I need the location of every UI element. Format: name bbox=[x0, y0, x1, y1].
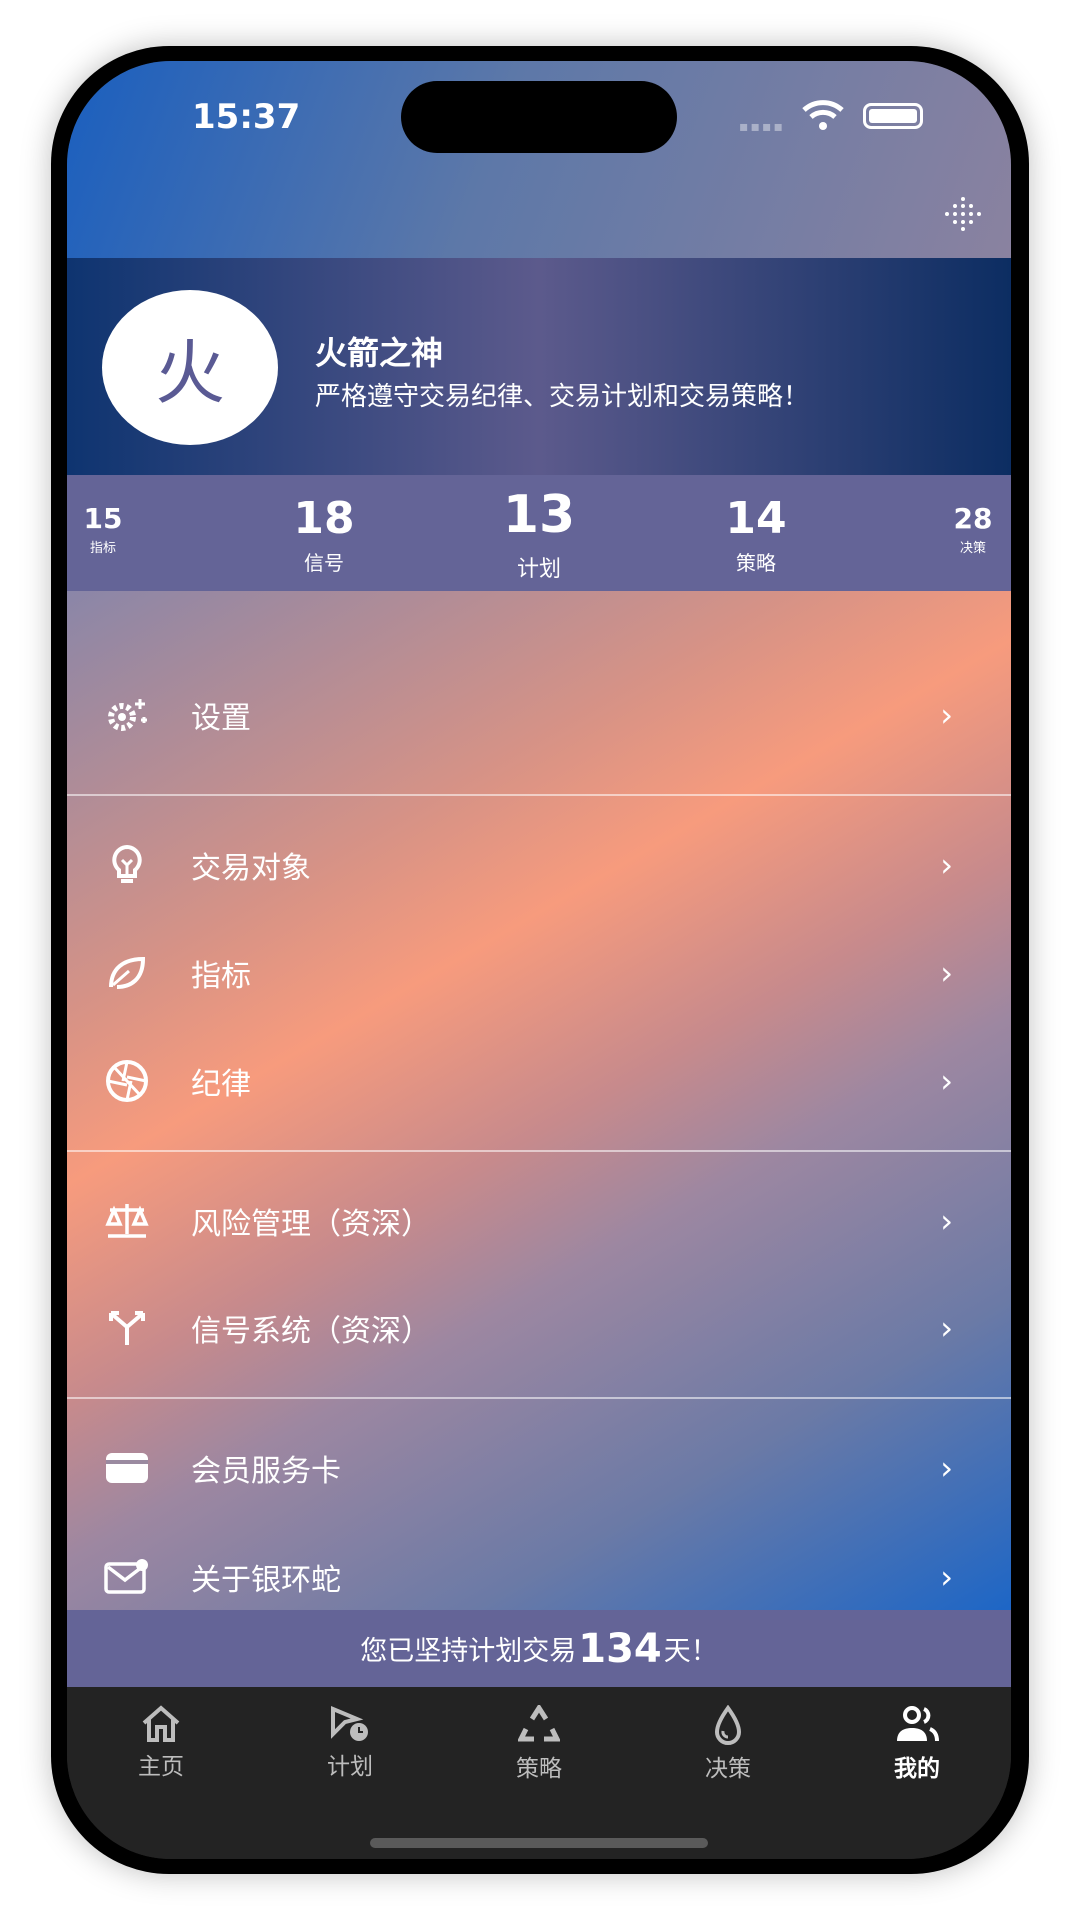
menu-label: 关于银环蛇 bbox=[191, 1563, 341, 1598]
stat-label: 决策 bbox=[959, 541, 986, 556]
split-arrows-icon bbox=[103, 1304, 151, 1352]
chevron-right-icon: › bbox=[940, 1558, 953, 1596]
divider bbox=[67, 1397, 1011, 1399]
menu-item-trading-objects[interactable]: 交易对象 › bbox=[67, 815, 1011, 915]
stat-label: 指标 bbox=[89, 541, 116, 556]
phone-frame: 15:37 ▪▪▪▪ 火 火箭之神 严格遵守交易纪律、交易计划和交易策略！ 15… bbox=[51, 46, 1029, 1874]
lightbulb-icon bbox=[103, 841, 151, 889]
tab-mine[interactable]: 我的 bbox=[857, 1705, 977, 1783]
chevron-right-icon: › bbox=[940, 1202, 953, 1240]
gears-icon bbox=[103, 691, 151, 739]
menu-label: 会员服务卡 bbox=[191, 1454, 341, 1489]
menu-item-risk-management[interactable]: 风险管理（资深） › bbox=[67, 1171, 1011, 1271]
recycle-icon bbox=[518, 1705, 560, 1742]
tab-strategy[interactable]: 策略 bbox=[479, 1705, 599, 1783]
stat-value: 14 bbox=[725, 493, 787, 544]
stat-strategies[interactable]: 14 策略 bbox=[725, 497, 786, 576]
drop-icon bbox=[714, 1705, 742, 1745]
tab-label: 决策 bbox=[705, 1756, 751, 1782]
cellular-icon: ▪▪▪▪ bbox=[739, 119, 785, 135]
divider bbox=[67, 794, 1011, 796]
mail-icon bbox=[103, 1553, 151, 1601]
menu-item-settings[interactable]: 设置 › bbox=[67, 665, 1011, 765]
stat-value: 13 bbox=[502, 485, 576, 545]
menu-label: 风险管理（资深） bbox=[191, 1207, 431, 1242]
menu-item-signal-system[interactable]: 信号系统（资深） › bbox=[67, 1278, 1011, 1378]
user-motto: 严格遵守交易纪律、交易计划和交易策略！ bbox=[315, 382, 810, 412]
menu-item-indicators[interactable]: 指标 › bbox=[67, 923, 1011, 1023]
header: 15:37 ▪▪▪▪ bbox=[67, 61, 1011, 258]
stat-value: 15 bbox=[83, 502, 123, 535]
stat-label: 信号 bbox=[303, 551, 344, 575]
menu-label: 纪律 bbox=[191, 1067, 251, 1102]
tab-label: 计划 bbox=[327, 1754, 373, 1780]
menu-label: 交易对象 bbox=[191, 851, 311, 886]
menu-label: 设置 bbox=[191, 701, 251, 736]
menu-item-membership-card[interactable]: 会员服务卡 › bbox=[67, 1418, 1011, 1518]
status-time: 15:37 bbox=[192, 97, 301, 137]
divider bbox=[67, 1150, 1011, 1152]
stat-plans[interactable]: 13 计划 bbox=[503, 489, 575, 583]
tab-label: 策略 bbox=[516, 1756, 562, 1782]
stat-label: 策略 bbox=[735, 551, 776, 575]
chevron-right-icon: › bbox=[940, 846, 953, 884]
stat-value: 18 bbox=[293, 493, 355, 544]
screen: 15:37 ▪▪▪▪ 火 火箭之神 严格遵守交易纪律、交易计划和交易策略！ 15… bbox=[67, 61, 1011, 1859]
scale-icon bbox=[103, 1197, 151, 1245]
stat-value: 28 bbox=[953, 502, 993, 535]
stat-decisions[interactable]: 28 决策 bbox=[953, 502, 993, 557]
menu-item-discipline[interactable]: 纪律 › bbox=[67, 1031, 1011, 1131]
tab-plan[interactable]: 计划 bbox=[290, 1705, 410, 1781]
menu-list: 设置 › 交易对象 › 指标 › 纪律 › 风险管理（资深） › 信号系统（资深） › 会员… bbox=[67, 591, 1011, 1610]
wifi-icon bbox=[802, 100, 844, 130]
chevron-right-icon: › bbox=[940, 954, 953, 992]
tab-label: 我的 bbox=[894, 1756, 940, 1782]
plan-icon bbox=[331, 1706, 368, 1741]
stat-indicators[interactable]: 15 指标 bbox=[83, 502, 123, 557]
chevron-right-icon: › bbox=[940, 1062, 953, 1100]
dot-grid-icon[interactable] bbox=[941, 194, 985, 234]
chevron-right-icon: › bbox=[940, 1309, 953, 1347]
aperture-icon bbox=[103, 1057, 151, 1105]
avatar[interactable]: 火 bbox=[102, 290, 278, 445]
leaf-icon bbox=[103, 949, 151, 997]
profile-card[interactable]: 火 火箭之神 严格遵守交易纪律、交易计划和交易策略！ bbox=[67, 258, 1011, 475]
dynamic-island bbox=[401, 81, 677, 153]
streak-banner: 您已坚持计划交易 134 天！ bbox=[67, 1610, 1011, 1687]
users-icon bbox=[897, 1706, 939, 1742]
menu-label: 信号系统（资深） bbox=[191, 1314, 431, 1349]
user-name: 火箭之神 bbox=[315, 334, 444, 372]
tab-bar: 主页 计划 策略 决策 我的 bbox=[67, 1687, 1011, 1859]
chevron-right-icon: › bbox=[940, 696, 953, 734]
streak-prefix: 您已坚持计划交易 bbox=[360, 1636, 577, 1667]
tab-label: 主页 bbox=[138, 1754, 184, 1780]
battery-icon bbox=[863, 103, 923, 129]
card-icon bbox=[103, 1444, 151, 1492]
stat-signals[interactable]: 18 信号 bbox=[293, 497, 354, 576]
stats-bar: 15 指标 18 信号 13 计划 14 策略 28 决策 bbox=[67, 475, 1011, 591]
streak-days: 134 bbox=[578, 1625, 662, 1672]
home-indicator[interactable] bbox=[370, 1838, 708, 1848]
chevron-right-icon: › bbox=[940, 1449, 953, 1487]
tab-home[interactable]: 主页 bbox=[101, 1705, 221, 1781]
stat-label: 计划 bbox=[516, 557, 561, 582]
tab-decision[interactable]: 决策 bbox=[668, 1705, 788, 1783]
menu-label: 指标 bbox=[191, 959, 251, 994]
home-icon bbox=[142, 1705, 180, 1742]
streak-suffix: 天！ bbox=[663, 1636, 718, 1667]
